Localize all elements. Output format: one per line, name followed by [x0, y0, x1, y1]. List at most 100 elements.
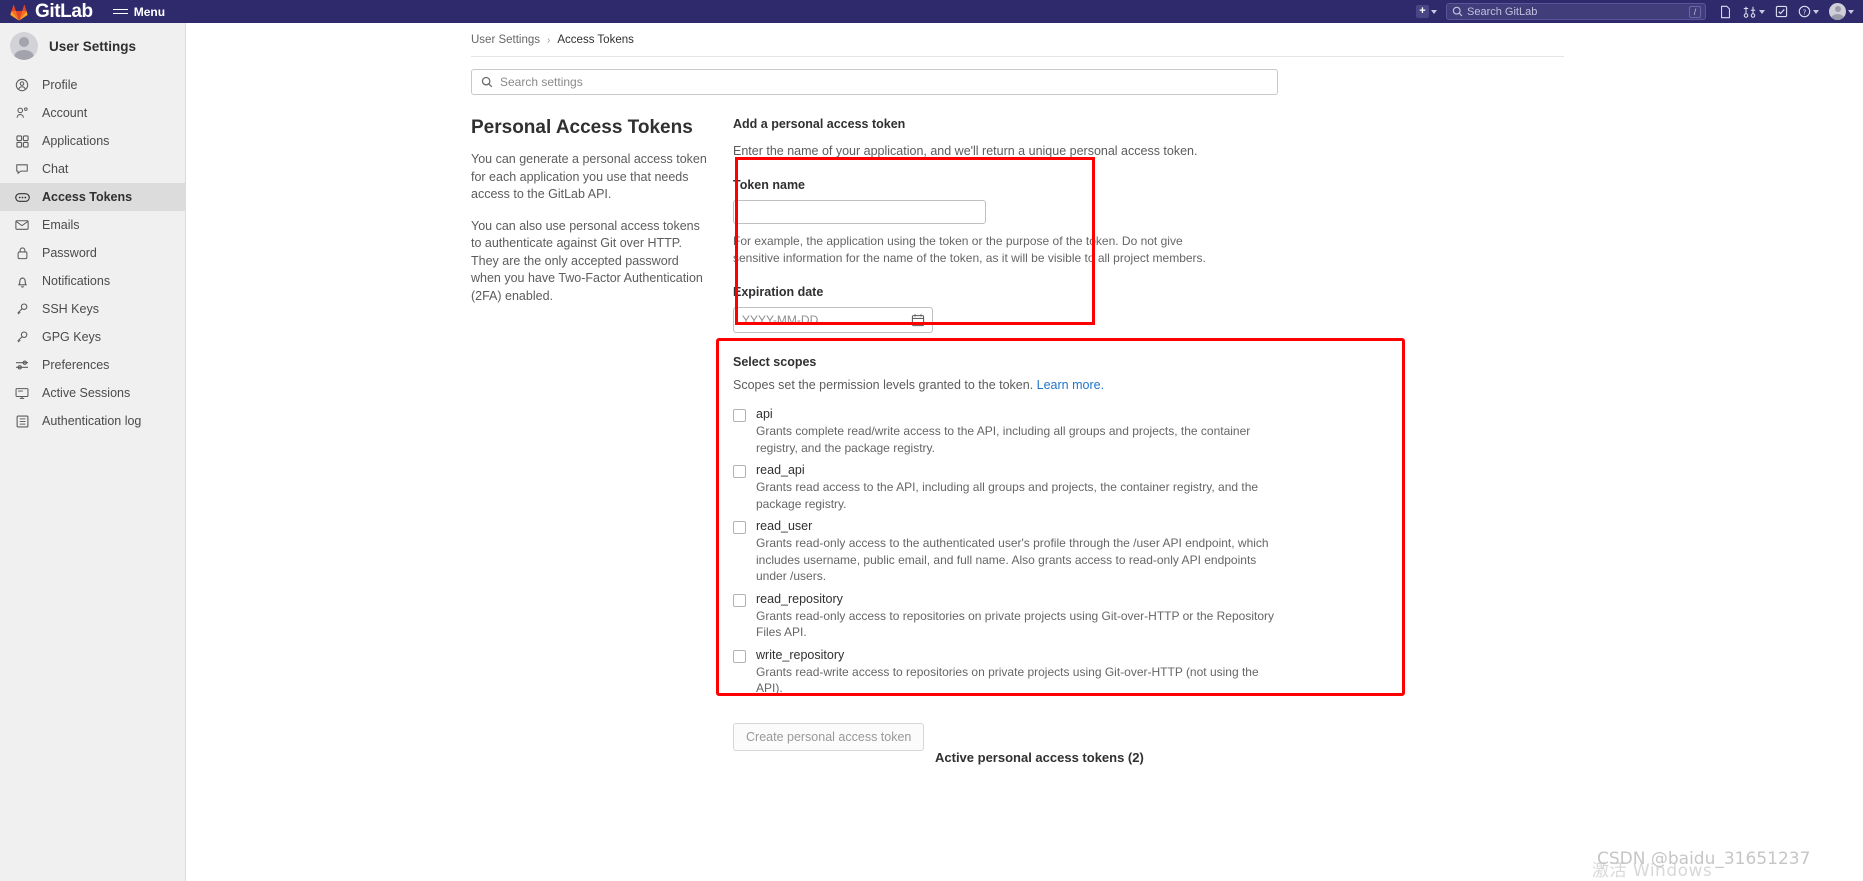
search-shortcut-key: /: [1689, 6, 1701, 18]
sidebar-item-label: SSH Keys: [42, 302, 99, 316]
help-icon: ?: [1798, 5, 1811, 18]
sidebar-item-label: GPG Keys: [42, 330, 102, 344]
sidebar-item-label: Authentication log: [42, 414, 142, 428]
log-list-icon: [14, 415, 30, 428]
global-search-placeholder: Search GitLab: [1467, 5, 1538, 18]
user-avatar-icon: [1829, 3, 1846, 20]
applications-grid-icon: [14, 134, 30, 148]
sidebar-nav-list: Profile Account Applications Chat Access…: [0, 71, 185, 435]
sidebar-item-authentication-log[interactable]: Authentication log: [0, 407, 185, 435]
sidebar-item-label: Emails: [42, 218, 80, 232]
sidebar-item-label: Account: [42, 106, 88, 120]
scope-item-read-repository: read_repository Grants read-only access …: [733, 592, 1433, 641]
active-tokens-heading: Active personal access tokens (2): [935, 750, 1144, 765]
issues-button[interactable]: [1716, 2, 1735, 22]
key-icon: [14, 330, 30, 344]
expiration-date-input[interactable]: [733, 307, 933, 333]
search-settings-input[interactable]: Search settings: [471, 69, 1278, 95]
account-key-icon: [14, 106, 30, 120]
chat-bubble-icon: [14, 162, 30, 176]
todos-icon: [1775, 5, 1788, 18]
search-settings-placeholder: Search settings: [500, 75, 583, 89]
menu-label: Menu: [133, 4, 166, 19]
sidebar-item-label: Chat: [42, 162, 69, 176]
overview-column: Personal Access Tokens You can generate …: [471, 117, 733, 751]
sidebar-item-account[interactable]: Account: [0, 99, 185, 127]
scope-checkbox[interactable]: [733, 409, 746, 422]
sidebar-item-access-tokens[interactable]: Access Tokens: [0, 183, 185, 211]
search-icon: [1452, 6, 1463, 17]
sidebar-item-gpg-keys[interactable]: GPG Keys: [0, 323, 185, 351]
sidebar-item-label: Notifications: [42, 274, 111, 288]
scope-name[interactable]: api: [756, 407, 1284, 421]
sidebar-item-label: Profile: [42, 78, 78, 92]
sidebar-item-chat[interactable]: Chat: [0, 155, 185, 183]
merge-requests-button[interactable]: [1739, 2, 1768, 22]
scopes-description: Scopes set the permission levels granted…: [733, 378, 1433, 392]
sidebar-title: User Settings: [49, 38, 137, 54]
overview-paragraph-2: You can also use personal access tokens …: [471, 218, 703, 303]
token-name-field-group: Token name For example, the application …: [733, 178, 1433, 267]
user-menu-button[interactable]: [1826, 2, 1857, 22]
scope-item-read-api: read_api Grants read access to the API, …: [733, 463, 1433, 512]
sidebar-item-label: Applications: [42, 134, 110, 148]
new-item-button[interactable]: +: [1413, 2, 1440, 22]
monitor-icon: [14, 387, 30, 400]
create-personal-access-token-button[interactable]: Create personal access token: [733, 722, 925, 751]
scope-name[interactable]: read_user: [756, 519, 1284, 533]
csdn-watermark: CSDN @baidu_31651237: [1597, 849, 1811, 869]
sidebar-item-applications[interactable]: Applications: [0, 127, 185, 155]
scope-description: Grants read-write access to repositories…: [756, 664, 1259, 696]
svg-text:?: ?: [1803, 7, 1807, 16]
sidebar-item-preferences[interactable]: Preferences: [0, 351, 185, 379]
sidebar-item-label: Preferences: [42, 358, 110, 372]
global-search[interactable]: Search GitLab /: [1446, 3, 1706, 20]
scope-description: Grants complete read/write access to the…: [756, 424, 1251, 455]
user-circle-icon: [14, 78, 30, 92]
sidebar-item-label: Active Sessions: [42, 386, 131, 400]
scope-checkbox[interactable]: [733, 465, 746, 478]
scope-checkbox[interactable]: [733, 521, 746, 534]
scope-name[interactable]: write_repository: [756, 648, 1284, 662]
sidebar-item-profile[interactable]: Profile: [0, 71, 185, 99]
scope-description: Grants read access to the API, including…: [756, 480, 1259, 511]
help-button[interactable]: ?: [1795, 2, 1822, 22]
gitlab-access-tokens-page: GitLab Menu + Search GitLab / ? User Set…: [0, 0, 1863, 881]
sidebar-item-ssh-keys[interactable]: SSH Keys: [0, 295, 185, 323]
breadcrumb-separator-icon: ›: [547, 34, 551, 46]
scope-description: Grants read-only access to repositories …: [756, 608, 1274, 640]
gitlab-logo[interactable]: GitLab: [8, 2, 93, 21]
breadcrumb-divider: [471, 56, 1564, 57]
page-title: Personal Access Tokens: [471, 117, 693, 138]
merge-requests-icon: [1742, 5, 1757, 19]
scope-item-read-user: read_user Grants read-only access to the…: [733, 519, 1433, 585]
chevron-down-icon: [1759, 9, 1765, 14]
issues-icon: [1719, 5, 1732, 19]
chevron-down-icon: [1431, 9, 1437, 14]
hamburger-icon: [112, 8, 128, 15]
scope-checkbox[interactable]: [733, 649, 746, 663]
envelope-icon: [14, 219, 30, 231]
scope-checkbox[interactable]: [733, 593, 746, 607]
sidebar-item-password[interactable]: Password: [0, 239, 185, 267]
scope-name[interactable]: read_repository: [756, 592, 1284, 606]
sidebar-item-emails[interactable]: Emails: [0, 211, 185, 239]
token-name-help-text: For example, the application using the t…: [733, 234, 1206, 265]
scope-name[interactable]: read_api: [756, 463, 1284, 477]
sliders-icon: [14, 359, 30, 371]
menu-button[interactable]: Menu: [112, 4, 166, 19]
gitlab-tanuki-icon: [8, 2, 30, 21]
sidebar-item-label: Password: [42, 246, 97, 260]
search-icon: [481, 76, 493, 88]
breadcrumb: User Settings › Access Tokens: [186, 23, 1863, 46]
sidebar-item-active-sessions[interactable]: Active Sessions: [0, 379, 185, 407]
bell-icon: [14, 274, 30, 289]
scopes-section: Select scopes Scopes set the permission …: [733, 355, 1433, 751]
sidebar-item-notifications[interactable]: Notifications: [0, 267, 185, 295]
todos-button[interactable]: [1772, 2, 1791, 22]
token-name-input[interactable]: [733, 200, 986, 224]
scopes-description-text: Scopes set the permission levels granted…: [733, 378, 1034, 392]
breadcrumb-parent[interactable]: User Settings: [471, 34, 540, 46]
learn-more-link[interactable]: Learn more.: [1037, 378, 1104, 392]
scopes-title: Select scopes: [733, 355, 817, 369]
